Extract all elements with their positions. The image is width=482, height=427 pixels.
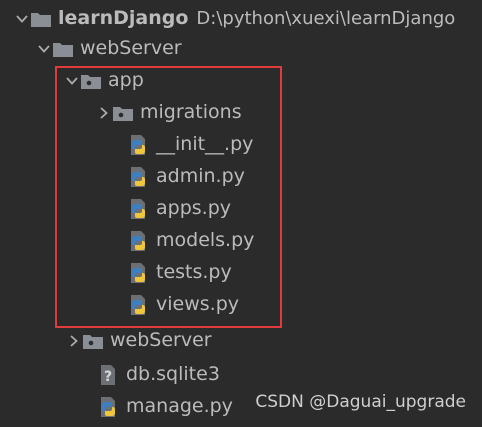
watermark: CSDN @Daguai_upgrade bbox=[255, 392, 466, 412]
tree-item-label: views.py bbox=[156, 293, 239, 315]
chevron-right-icon[interactable] bbox=[96, 97, 112, 128]
python-file-icon bbox=[128, 129, 150, 160]
tree-item-db-sqlite3[interactable]: ? db.sqlite3 bbox=[0, 359, 482, 390]
tree-item-label: apps.py bbox=[156, 197, 232, 219]
tree-item-migrations[interactable]: migrations bbox=[0, 97, 482, 128]
python-file-icon bbox=[128, 225, 150, 256]
tree-item-label: tests.py bbox=[156, 261, 232, 283]
tree-item-app[interactable]: app bbox=[0, 65, 482, 96]
tree-item-label: __init__.py bbox=[156, 133, 254, 155]
tree-item-project-root[interactable]: learnDjango D:\python\xuexi\learnDjango bbox=[0, 3, 482, 34]
package-folder-icon bbox=[82, 325, 104, 356]
python-file-icon bbox=[128, 193, 150, 224]
tree-item-apps-py[interactable]: apps.py bbox=[0, 193, 482, 224]
project-tree: learnDjango D:\python\xuexi\learnDjango … bbox=[0, 0, 482, 427]
unknown-file-icon: ? bbox=[98, 359, 120, 390]
project-path: D:\python\xuexi\learnDjango bbox=[196, 8, 456, 29]
chevron-right-icon[interactable] bbox=[66, 325, 82, 356]
tree-item-label: app bbox=[108, 69, 144, 91]
tree-item-label: webServer bbox=[110, 329, 212, 351]
chevron-down-icon[interactable] bbox=[36, 33, 52, 64]
tree-item-webserver-inner[interactable]: webServer bbox=[0, 325, 482, 356]
python-file-icon bbox=[128, 161, 150, 192]
package-folder-icon bbox=[112, 97, 134, 128]
folder-icon bbox=[52, 33, 74, 64]
chevron-down-icon[interactable] bbox=[64, 65, 80, 96]
tree-item-views-py[interactable]: views.py bbox=[0, 289, 482, 320]
tree-item-init-py[interactable]: __init__.py bbox=[0, 129, 482, 160]
svg-text:?: ? bbox=[104, 369, 112, 385]
python-file-icon bbox=[98, 391, 120, 422]
tree-item-admin-py[interactable]: admin.py bbox=[0, 161, 482, 192]
python-file-icon bbox=[128, 257, 150, 288]
project-name: learnDjango bbox=[58, 7, 189, 29]
tree-item-label: db.sqlite3 bbox=[126, 363, 220, 385]
tree-item-label: admin.py bbox=[156, 165, 245, 187]
tree-item-label: webServer bbox=[80, 37, 182, 59]
python-file-icon bbox=[128, 289, 150, 320]
tree-item-label: migrations bbox=[140, 101, 242, 123]
tree-item-models-py[interactable]: models.py bbox=[0, 225, 482, 256]
tree-item-webserver-outer[interactable]: webServer bbox=[0, 33, 482, 64]
chevron-down-icon[interactable] bbox=[14, 3, 30, 34]
tree-item-label: models.py bbox=[156, 229, 255, 251]
folder-icon bbox=[30, 3, 52, 34]
package-folder-icon bbox=[80, 65, 102, 96]
tree-item-tests-py[interactable]: tests.py bbox=[0, 257, 482, 288]
tree-item-label: manage.py bbox=[126, 395, 233, 417]
